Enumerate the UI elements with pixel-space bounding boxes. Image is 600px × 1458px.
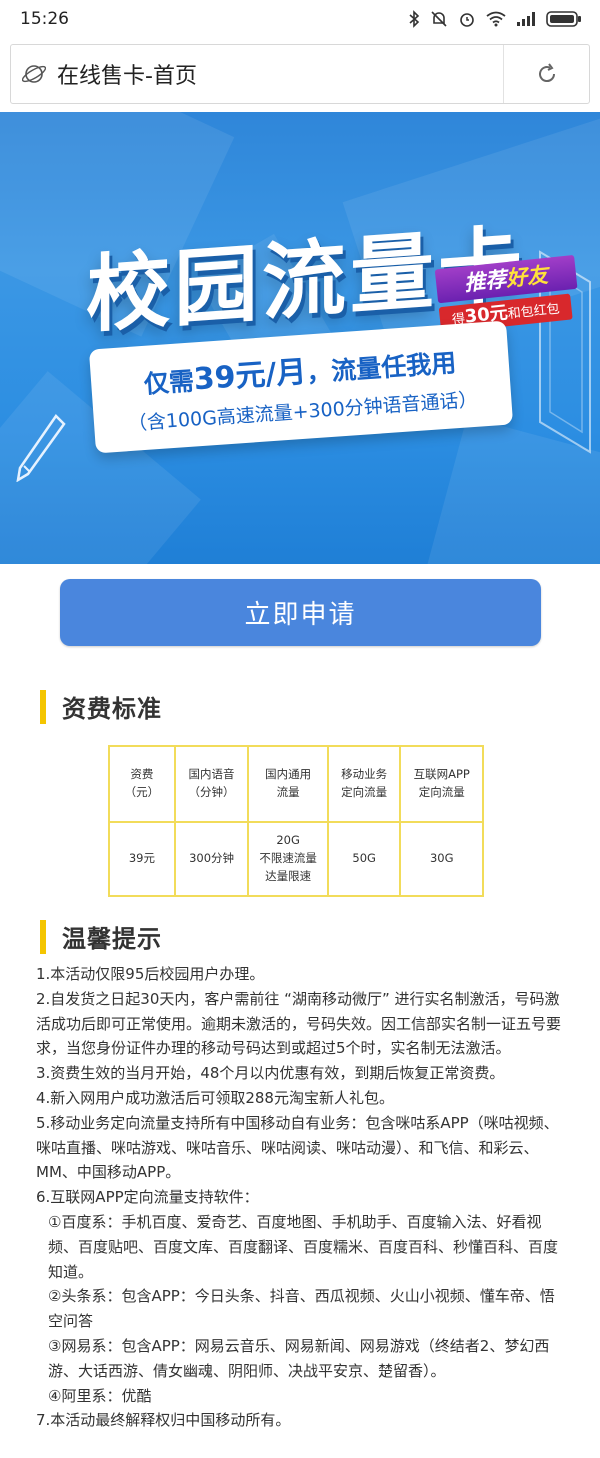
alarm-icon bbox=[460, 13, 474, 27]
tip-item: 4.新入网用户成功激活后可领取288元淘宝新人礼包。 bbox=[36, 1088, 394, 1107]
fee-heading-text: 资费标准 bbox=[62, 695, 162, 723]
fee-cell: 39元 bbox=[108, 821, 176, 897]
fee-cell: 20G 不限速流量 达量限速 bbox=[247, 821, 329, 897]
page-title: 在线售卡-首页 bbox=[57, 64, 197, 89]
fee-table-header-row: 资费 （元） 国内语音 （分钟） 国内通用 流量 移动业务 定向流量 互联网APP 定向流… bbox=[108, 745, 484, 823]
address-bar[interactable]: 在线售卡-首页 bbox=[10, 44, 590, 104]
heading-accent-bar bbox=[40, 689, 46, 724]
status-bar: 15:26 bbox=[0, 0, 600, 38]
apply-button[interactable]: 立即申请 bbox=[60, 579, 541, 646]
mute-bell-icon bbox=[431, 11, 447, 27]
tip-item: 7.本活动最终解释权归中国移动所有。 bbox=[36, 1411, 291, 1430]
tip-subitem: ②头条系：包含APP：今日头条、抖音、西瓜视频、火山小视频、懂车帝、悟空问答 bbox=[48, 1287, 555, 1331]
reload-icon bbox=[538, 63, 555, 83]
price-prefix: 仅需 bbox=[143, 366, 195, 399]
badge-sub-b: 和包红包 bbox=[507, 301, 561, 323]
signal-icon bbox=[517, 12, 535, 26]
tips-list: 1.本活动仅限95后校园用户办理。 2.自发货之日起30天内，客户需前往 “湖南… bbox=[36, 962, 566, 1433]
globe-icon bbox=[11, 62, 57, 86]
fee-header-cell: 国内通用 流量 bbox=[247, 745, 329, 823]
fee-cell: 300分钟 bbox=[173, 821, 250, 897]
status-icons bbox=[408, 10, 582, 28]
tip-subitem: ③网易系：包含APP：网易云音乐、网易新闻、网易游戏（终结者2、梦幻西游、大话西… bbox=[48, 1336, 550, 1380]
pencil-icon bbox=[16, 414, 66, 482]
fee-header-cell: 移动业务 定向流量 bbox=[326, 745, 402, 823]
badge-text-b: 好友 bbox=[504, 262, 550, 292]
price-suffix: ，流量任我用 bbox=[305, 348, 458, 388]
fee-header-cell: 互联网APP 定向流量 bbox=[399, 745, 484, 823]
fee-header-cell: 资费 （元） bbox=[108, 745, 176, 823]
reload-button[interactable] bbox=[503, 45, 589, 103]
fee-table: 资费 （元） 国内语音 （分钟） 国内通用 流量 移动业务 定向流量 互联网APP 定向流… bbox=[108, 745, 484, 897]
tip-item: 3.资费生效的当月开始，48个月以内优惠有效，到期后恢复正常资费。 bbox=[36, 1064, 505, 1083]
tip-subitem: ①百度系：手机百度、爱奇艺、百度地图、手机助手、百度输入法、好看视频、百度贴吧、… bbox=[48, 1212, 559, 1281]
fee-header-cell: 国内语音 （分钟） bbox=[173, 745, 250, 823]
fee-cell: 50G bbox=[326, 821, 402, 897]
bluetooth-icon bbox=[409, 10, 420, 28]
battery-icon bbox=[546, 11, 581, 27]
tip-subitem: ④阿里系：优酷 bbox=[48, 1386, 152, 1405]
tip-item: 6.互联网APP定向流量支持软件： bbox=[36, 1188, 259, 1207]
tip-item: 1.本活动仅限95后校园用户办理。 bbox=[36, 965, 265, 983]
status-time: 15:26 bbox=[20, 9, 69, 29]
fee-cell: 30G bbox=[399, 821, 484, 897]
fee-table-row: 39元 300分钟 20G 不限速流量 达量限速 50G 30G bbox=[108, 821, 484, 897]
fee-section-heading: 资费标准 bbox=[40, 689, 162, 724]
heading-accent-bar bbox=[40, 919, 46, 954]
tips-heading-text: 温馨提示 bbox=[62, 925, 162, 953]
price-value: 39元/月 bbox=[192, 354, 308, 398]
tip-item: 2.自发货之日起30天内，客户需前往 “湖南移动微厅” 进行实名制激活，号码激活… bbox=[36, 989, 562, 1058]
badge-text-a: 推荐 bbox=[463, 267, 508, 296]
wifi-icon bbox=[486, 11, 506, 27]
tips-section-heading: 温馨提示 bbox=[40, 919, 162, 954]
tip-item: 5.移动业务定向流量支持所有中国移动自有业务：包含咪咕系APP（咪咕视频、咪咕直… bbox=[36, 1113, 559, 1182]
